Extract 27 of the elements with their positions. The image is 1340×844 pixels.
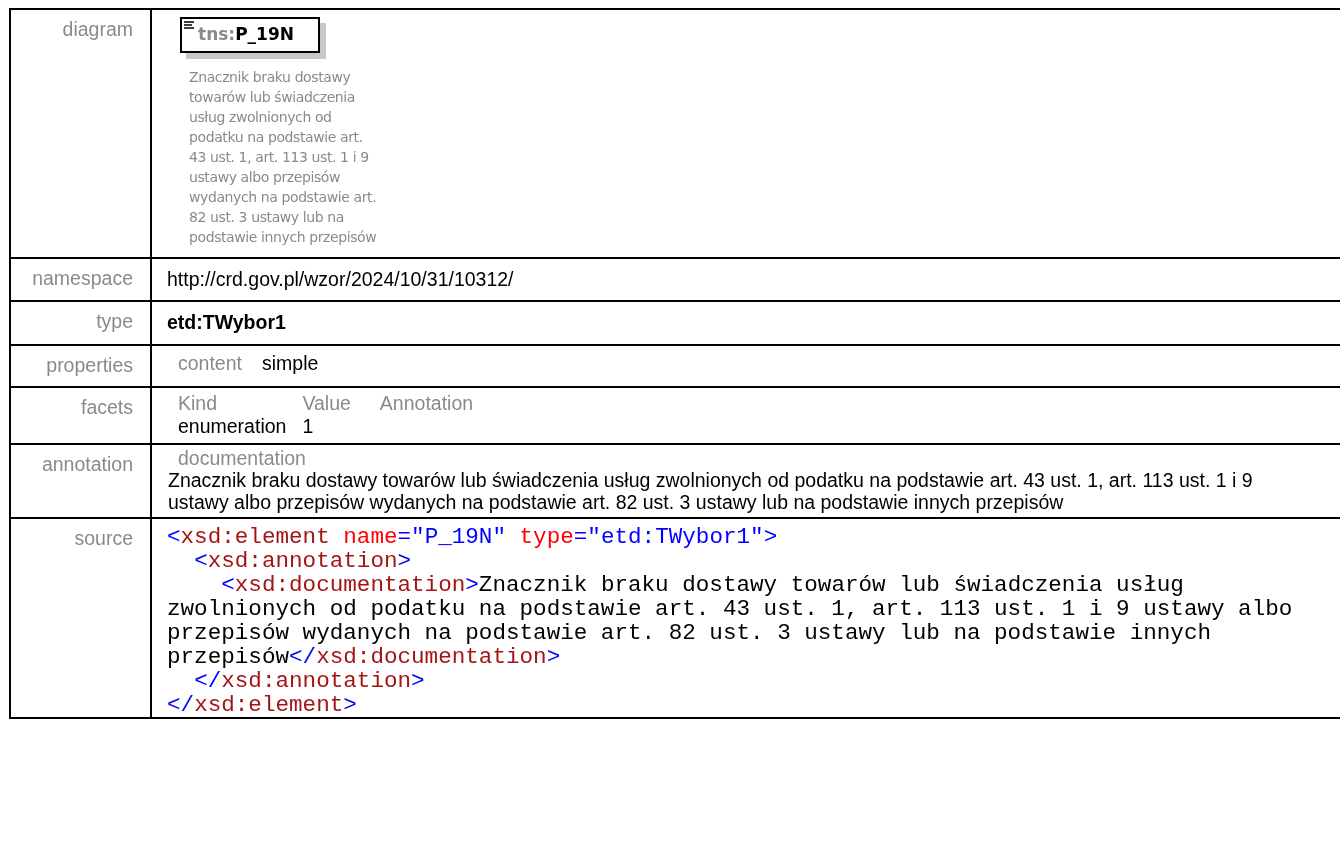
row-label: namespace <box>32 267 133 289</box>
annotation-heading: documentation <box>178 446 306 469</box>
code-line: </xsd:element> <box>167 692 358 717</box>
node-name: P_19N <box>235 23 294 47</box>
namespace-value: http://crd.gov.pl/wzor/2024/10/31/10312/ <box>167 268 514 290</box>
lines-icon <box>184 21 194 29</box>
annotation-text: Znacznik braku dostawy towarów lub świadczenia usług zwolnionych od podatku na podstawie art. 43 ust. 1, art. 113 ust. 1 i 9 ustawy albo przepisów wydanych na podstawie art. 82 ust. 3 ustawy lub na podstawie innych przepisów <box>168 468 1254 513</box>
code-line: </xsd:annotation> <box>194 668 426 693</box>
row-label: facets <box>80 395 133 418</box>
code-line: <xsd:element name="P_19N" type="etd:TWybor1"> <box>167 524 779 549</box>
row-label: diagram <box>62 18 133 40</box>
type-value: etd:TWybor1 <box>167 311 286 334</box>
property-key: content <box>178 348 242 378</box>
node-description: Znacznik braku dostawy towarów lub świadczenia usług zwolnionych od podatku na podstawie art. 43 ust. 1, art. 113 ust. 1 i 9 ustawy albo przepisów wydanych na podstawie art. 82 ust. 3 ustawy lub na podstawie innych przepisów <box>189 68 378 247</box>
column-header: Kind <box>178 391 218 414</box>
row-label: properties <box>46 353 133 376</box>
table-cell: enumeration <box>178 414 287 437</box>
row-label: source <box>74 526 133 549</box>
column-header: Value <box>302 391 351 414</box>
column-header: Annotation <box>379 391 474 414</box>
row-label: type <box>96 310 133 333</box>
code-line: <xsd:documentation>Znacznik braku dostawy towarów lub świadczenia usług zwolnionych od podatku na podstawie art. 43 ust. 1, art. 113 ust. 1 i 9 ustawy albo przepisów wydanych na podstawie art. 82 ust. 3 ustawy lub na podstawie innych przepisów</xsd:documentation> <box>167 572 1294 669</box>
code-line: <xsd:annotation> <box>193 548 413 573</box>
row-label: annotation <box>41 452 133 475</box>
node-prefix: tns: <box>198 23 236 47</box>
table-cell: 1 <box>302 414 314 437</box>
property-value: simple <box>261 350 319 376</box>
